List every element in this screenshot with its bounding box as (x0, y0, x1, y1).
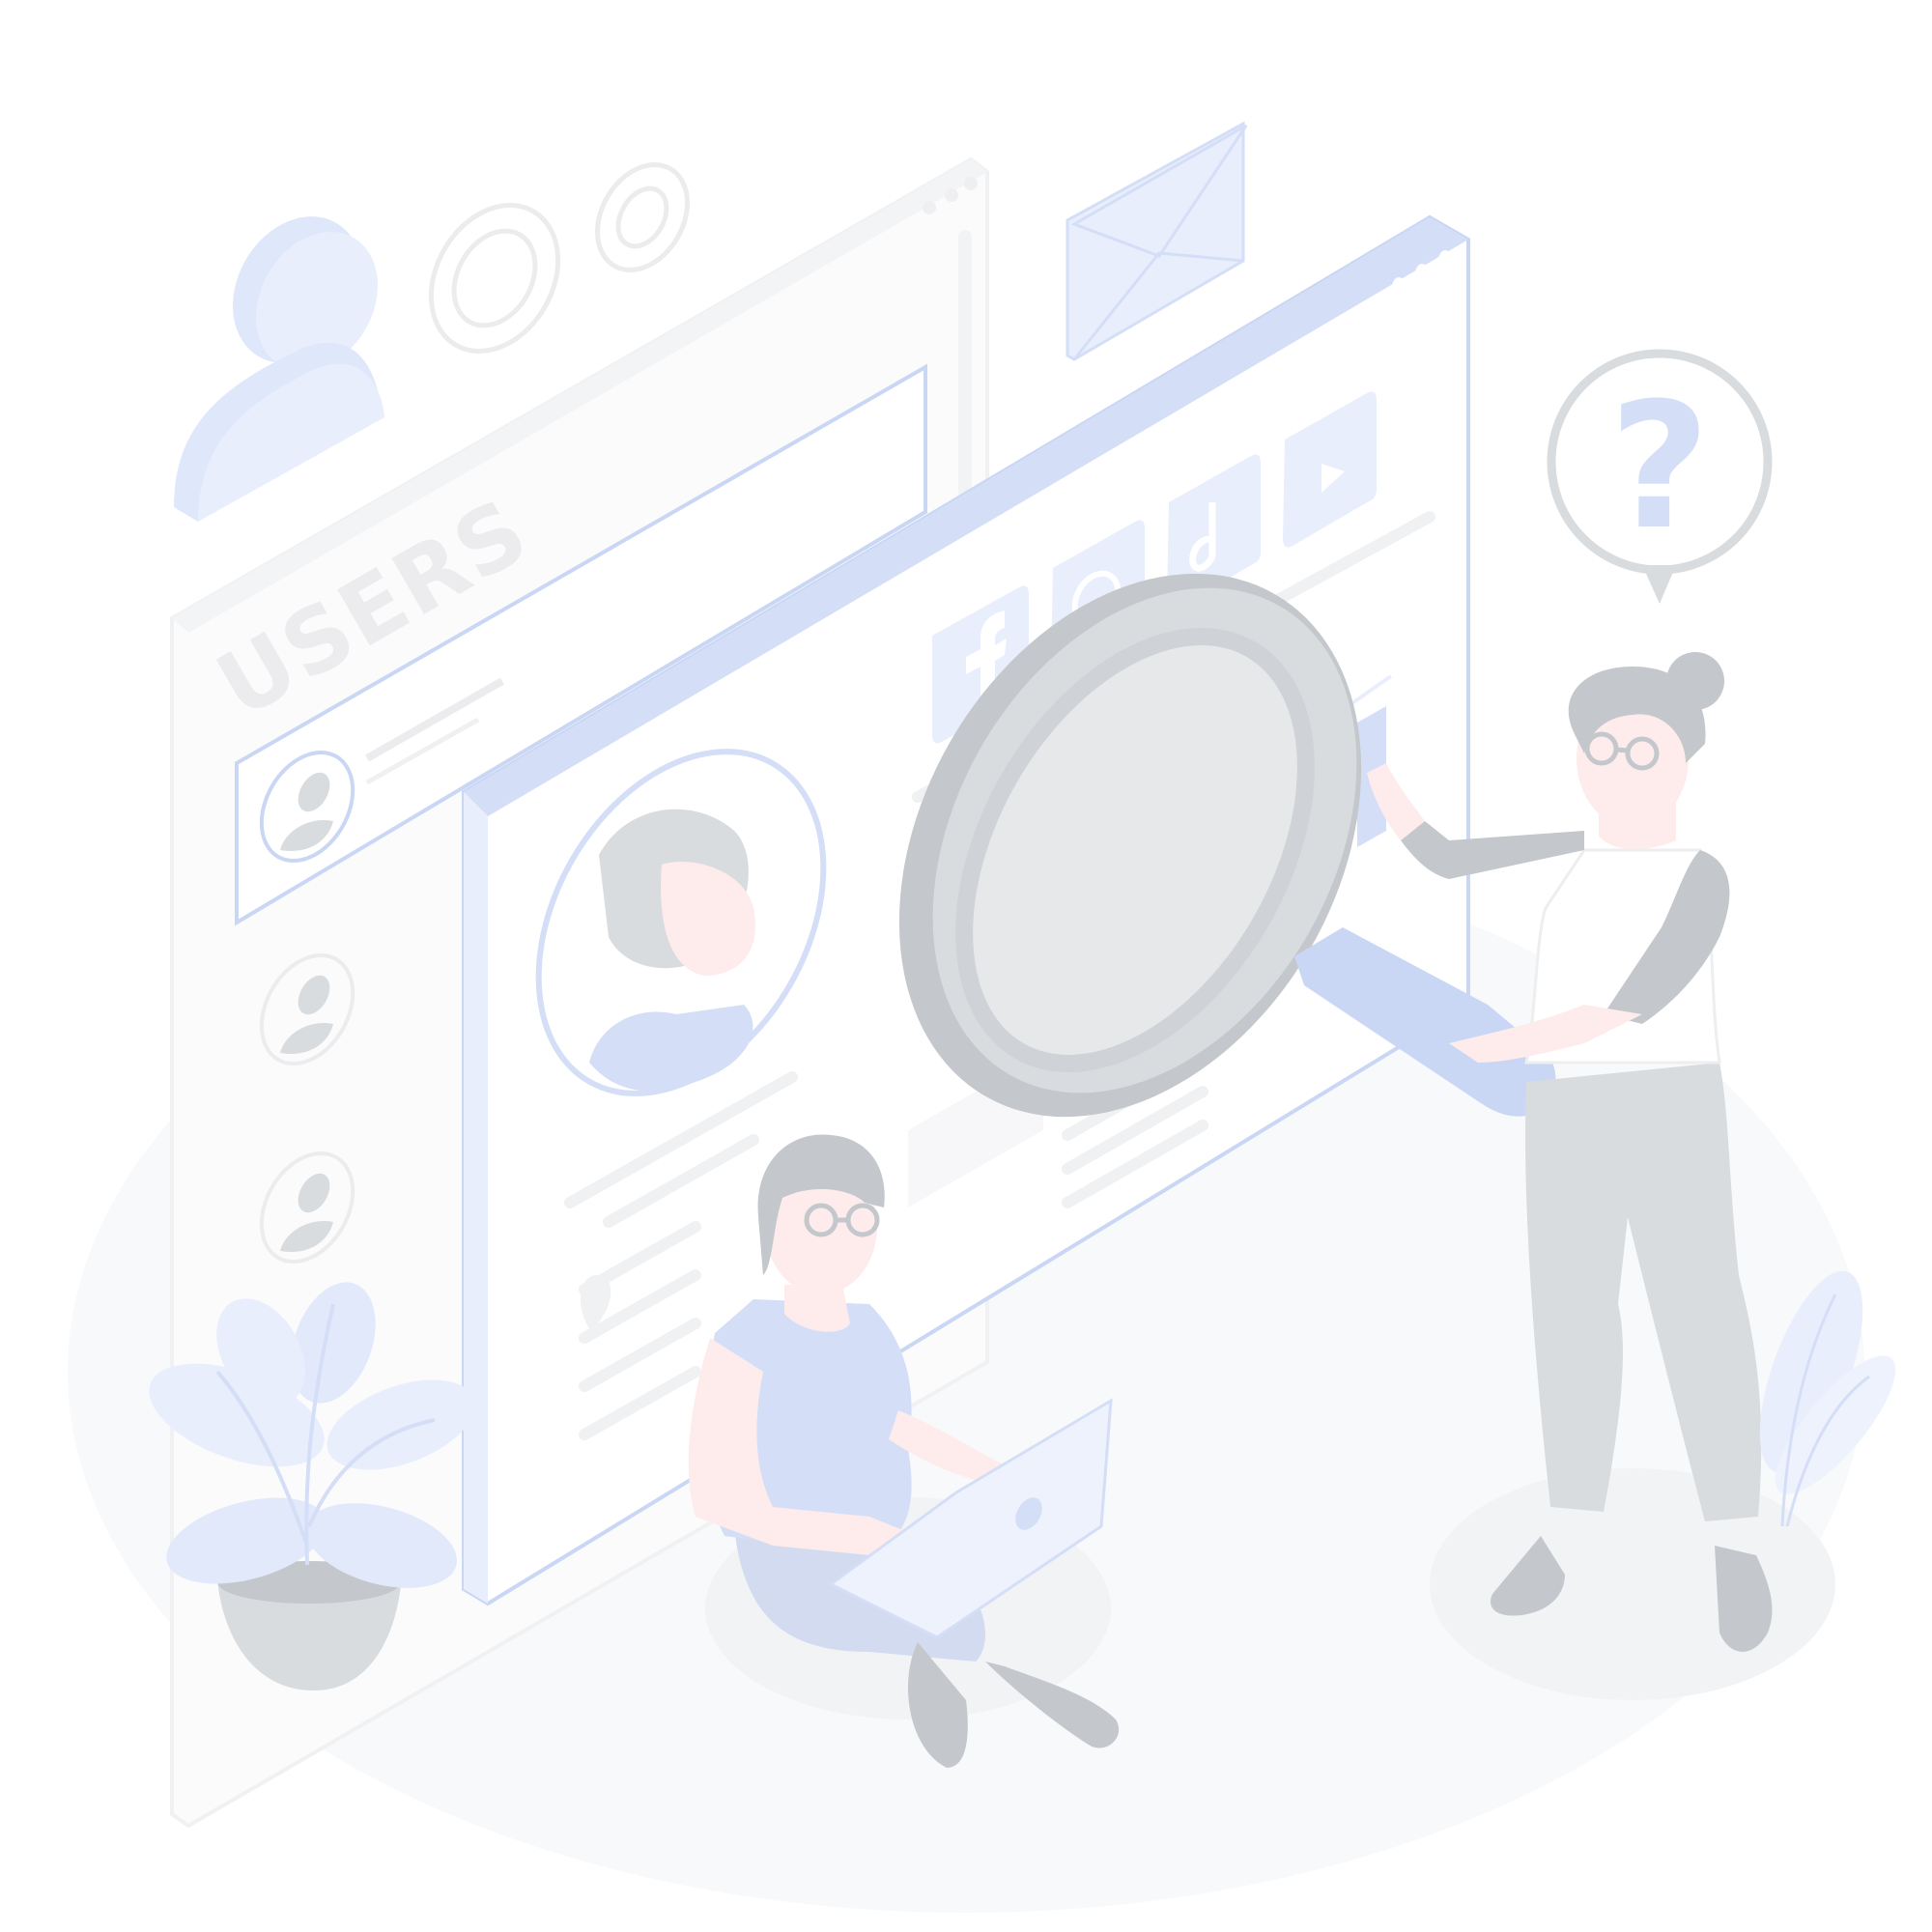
question-mark: ? (1609, 366, 1710, 568)
envelope-icon (1065, 121, 1248, 361)
floor-spot-right (1430, 1468, 1835, 1700)
window-dot (1438, 250, 1452, 271)
gear-icon (594, 162, 691, 272)
question-bubble: ? (1547, 349, 1773, 604)
window-dot (1415, 264, 1429, 285)
illustration-scene: USERS ? (68, 121, 1896, 1913)
user-silhouette-icon (174, 216, 384, 522)
gear-icon (428, 203, 561, 354)
window-dot (1392, 277, 1406, 298)
